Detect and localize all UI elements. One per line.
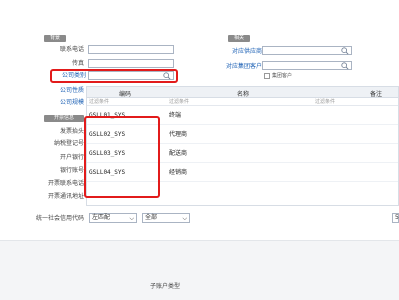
grid-header-remark[interactable]: 备注 bbox=[370, 89, 382, 98]
bank-label: 开户银行 bbox=[59, 154, 84, 161]
row-name: 终端 bbox=[169, 112, 182, 119]
section-basic-badge: 背景 bbox=[44, 35, 66, 42]
row-name: 经销商 bbox=[169, 169, 188, 176]
credit-code-label: 统一社会信用代码 bbox=[35, 215, 84, 222]
invoice-info-badge: 开票信息 bbox=[44, 115, 84, 122]
counterpart-bank-input[interactable] bbox=[262, 46, 352, 55]
search-icon[interactable] bbox=[341, 47, 349, 55]
grid-header-code[interactable]: 编码 bbox=[119, 89, 131, 98]
row-name: 配送商 bbox=[169, 150, 188, 157]
group-customer-label[interactable]: 对应集团客户 bbox=[208, 62, 262, 71]
filter-name[interactable]: 过滤条件 bbox=[169, 98, 189, 106]
sub-account-type-label: 子账户类型 bbox=[150, 283, 181, 290]
chevron-down-icon: ⌵ bbox=[182, 215, 187, 222]
company-category-input[interactable] bbox=[88, 71, 174, 80]
chevron-down-icon: ⌵ bbox=[129, 215, 134, 222]
phone-input[interactable] bbox=[88, 45, 174, 54]
group-customer-checkbox-label: 集团客户 bbox=[272, 73, 293, 79]
phone-label: 联系电话 bbox=[59, 46, 84, 53]
group-customer-input[interactable] bbox=[262, 61, 352, 70]
company-category-label[interactable]: 公司类别 bbox=[34, 71, 86, 80]
search-icon[interactable] bbox=[341, 62, 349, 70]
filter-remark[interactable]: 过滤条件 bbox=[315, 98, 335, 106]
search-icon[interactable] bbox=[163, 72, 171, 80]
filter-code[interactable]: 过滤条件 bbox=[89, 98, 109, 106]
fax-input[interactable] bbox=[88, 59, 174, 68]
company-scale-label[interactable]: 公司规模 bbox=[34, 98, 84, 107]
row-name: 代理商 bbox=[169, 131, 188, 138]
grid-header: 编码 名称 备注 bbox=[87, 87, 398, 98]
invoice-phone-label: 开票联系电话 bbox=[47, 180, 84, 187]
counterpart-bank-label[interactable]: 对应供应商 bbox=[212, 47, 262, 56]
group-customer-checkbox[interactable] bbox=[264, 73, 270, 79]
tax-reg-no-label: 纳税登记号 bbox=[53, 140, 84, 147]
page-size-select[interactable]: 5 bbox=[392, 213, 399, 223]
scope-select[interactable]: 全部 ⌵ bbox=[142, 213, 190, 223]
invoice-address-label: 开票通讯地址 bbox=[47, 193, 84, 200]
company-nature-label[interactable]: 公司性质 bbox=[34, 86, 84, 95]
fax-label: 传真 bbox=[71, 60, 84, 67]
grid-header-name[interactable]: 名称 bbox=[237, 89, 249, 98]
codes-highlight bbox=[84, 116, 160, 198]
section-related-badge: 相关 bbox=[228, 35, 250, 42]
grid-filter-row: 过滤条件 过滤条件 过滤条件 bbox=[87, 98, 398, 106]
invoice-title-label: 发票抬头 bbox=[59, 128, 84, 135]
footer-band bbox=[0, 240, 399, 300]
match-mode-select[interactable]: 左匹配 ⌵ bbox=[89, 213, 137, 223]
bank-account-label: 银行账号 bbox=[59, 167, 84, 174]
